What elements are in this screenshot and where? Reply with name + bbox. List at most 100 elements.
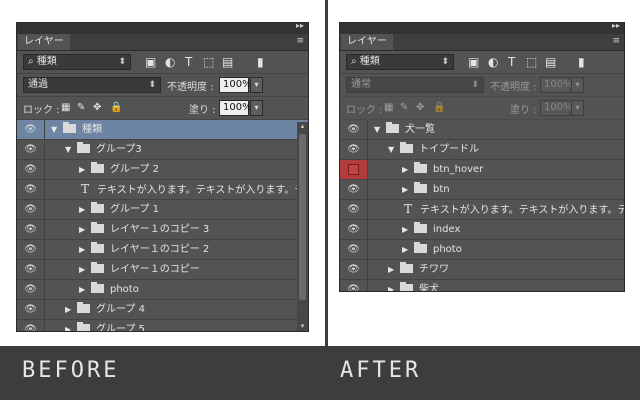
- pixel-filter-icon[interactable]: ▣: [468, 54, 479, 70]
- fill-dropdown-button[interactable]: ▾: [571, 100, 584, 116]
- collapse-icon[interactable]: ▸▸: [612, 23, 620, 30]
- expand-right-icon[interactable]: ▶: [79, 200, 89, 219]
- layer-row[interactable]: 👁 ▼ 種類: [17, 120, 308, 140]
- eye-icon[interactable]: 👁: [17, 120, 45, 139]
- fill-input[interactable]: 100%: [219, 100, 252, 116]
- expand-down-icon[interactable]: ▼: [51, 120, 61, 139]
- lock-image-icon[interactable]: ✎: [77, 100, 85, 116]
- panel-menu-icon[interactable]: ≡: [296, 36, 304, 46]
- opacity-input[interactable]: 100%: [540, 77, 573, 93]
- filter-kind-select[interactable]: ⌕ 種類 ⬍: [346, 54, 454, 70]
- expand-right-icon[interactable]: ▶: [402, 240, 412, 259]
- scroll-up-icon[interactable]: ▴: [297, 122, 308, 131]
- expand-right-icon[interactable]: ▶: [79, 220, 89, 239]
- opacity-input[interactable]: 100%: [219, 77, 252, 93]
- expand-right-icon[interactable]: ▶: [79, 280, 89, 299]
- filter-kind-select[interactable]: ⌕ 種類 ⬍: [23, 54, 131, 70]
- expand-down-icon[interactable]: ▼: [374, 120, 384, 139]
- shape-filter-icon[interactable]: ⬚: [526, 54, 537, 70]
- adjustment-filter-icon[interactable]: ◐: [488, 54, 498, 70]
- eye-icon[interactable]: 👁: [17, 200, 45, 219]
- eye-icon[interactable]: 👁: [17, 140, 45, 159]
- blend-mode-select[interactable]: 通過 ⬍: [23, 77, 161, 93]
- visibility-off-icon[interactable]: [340, 160, 368, 179]
- lock-transparent-icon[interactable]: ▦: [61, 100, 70, 116]
- expand-right-icon[interactable]: ▶: [388, 280, 398, 291]
- layer-row[interactable]: 👁 ▼ トイプードル: [340, 140, 624, 160]
- expand-right-icon[interactable]: ▶: [402, 220, 412, 239]
- layer-row[interactable]: 👁 ▶ btn: [340, 180, 624, 200]
- pixel-filter-icon[interactable]: ▣: [145, 54, 156, 70]
- layer-row[interactable]: 👁 ▶ photo: [340, 240, 624, 260]
- layer-row[interactable]: 👁 ▶ グループ 5: [17, 320, 308, 331]
- layer-row[interactable]: 👁 ▶ レイヤー１のコピー 2: [17, 240, 308, 260]
- fill-dropdown-button[interactable]: ▾: [250, 100, 263, 116]
- eye-icon[interactable]: 👁: [340, 120, 368, 139]
- expand-right-icon[interactable]: ▶: [65, 320, 75, 331]
- filter-toggle-icon[interactable]: ▮: [257, 54, 264, 70]
- expand-right-icon[interactable]: ▶: [402, 180, 412, 199]
- eye-icon[interactable]: 👁: [340, 220, 368, 239]
- layer-row[interactable]: 👁 ▶ グループ 2: [17, 160, 308, 180]
- layer-row[interactable]: 👁 ▶ レイヤー１のコピー: [17, 260, 308, 280]
- eye-icon[interactable]: 👁: [340, 180, 368, 199]
- layer-row[interactable]: 👁 ▶ index: [340, 220, 624, 240]
- tab-layers[interactable]: レイヤー: [341, 34, 393, 50]
- eye-icon[interactable]: 👁: [17, 220, 45, 239]
- lock-image-icon[interactable]: ✎: [400, 100, 408, 116]
- adjustment-filter-icon[interactable]: ◐: [165, 54, 175, 70]
- smart-object-filter-icon[interactable]: ▤: [545, 54, 556, 70]
- opacity-dropdown-button[interactable]: ▾: [571, 77, 584, 93]
- layer-row[interactable]: 👁 T テキストが入ります。テキストが入ります。テ...: [17, 180, 308, 200]
- eye-icon[interactable]: 👁: [17, 320, 45, 331]
- eye-icon[interactable]: 👁: [17, 260, 45, 279]
- layer-row[interactable]: 👁 ▶ グループ 4: [17, 300, 308, 320]
- eye-icon[interactable]: 👁: [340, 240, 368, 259]
- eye-icon[interactable]: 👁: [17, 180, 45, 199]
- expand-right-icon[interactable]: ▶: [65, 300, 75, 319]
- scroll-down-icon[interactable]: ▾: [297, 322, 308, 331]
- type-filter-icon[interactable]: T: [185, 54, 192, 70]
- type-filter-icon[interactable]: T: [508, 54, 515, 70]
- lock-position-icon[interactable]: ✥: [416, 100, 424, 116]
- eye-icon[interactable]: 👁: [340, 280, 368, 291]
- layer-row[interactable]: 👁 ▼ グループ3: [17, 140, 308, 160]
- eye-icon[interactable]: 👁: [17, 300, 45, 319]
- lock-all-icon[interactable]: 🔒: [110, 100, 122, 116]
- eye-icon[interactable]: 👁: [17, 240, 45, 259]
- smart-object-filter-icon[interactable]: ▤: [222, 54, 233, 70]
- opacity-dropdown-button[interactable]: ▾: [250, 77, 263, 93]
- scrollbar-thumb[interactable]: [299, 134, 306, 300]
- layer-row[interactable]: ▶ btn_hover: [340, 160, 624, 180]
- eye-icon[interactable]: 👁: [17, 280, 45, 299]
- expand-down-icon[interactable]: ▼: [388, 140, 398, 159]
- tab-layers[interactable]: レイヤー: [18, 34, 70, 50]
- fill-input[interactable]: 100%: [540, 100, 573, 116]
- lock-transparent-icon[interactable]: ▦: [384, 100, 393, 116]
- layer-row[interactable]: 👁 ▶ 柴犬: [340, 280, 624, 291]
- layer-row[interactable]: 👁 ▼ 犬一覧: [340, 120, 624, 140]
- eye-icon[interactable]: 👁: [17, 160, 45, 179]
- eye-icon[interactable]: 👁: [340, 260, 368, 279]
- layer-row[interactable]: 👁 T テキストが入ります。テキストが入ります。テ...: [340, 200, 624, 220]
- filter-toggle-icon[interactable]: ▮: [578, 54, 585, 70]
- collapse-icon[interactable]: ▸▸: [296, 23, 304, 30]
- expand-right-icon[interactable]: ▶: [79, 260, 89, 279]
- panel-menu-icon[interactable]: ≡: [612, 36, 620, 46]
- expand-right-icon[interactable]: ▶: [402, 160, 412, 179]
- expand-right-icon[interactable]: ▶: [388, 260, 398, 279]
- expand-right-icon[interactable]: ▶: [79, 240, 89, 259]
- layer-list-scrollbar[interactable]: ▴ ▾: [297, 122, 308, 331]
- expand-down-icon[interactable]: ▼: [65, 140, 75, 159]
- blend-mode-select[interactable]: 通常 ⬍: [346, 77, 484, 93]
- layer-row[interactable]: 👁 ▶ グループ 1: [17, 200, 308, 220]
- layer-row[interactable]: 👁 ▶ レイヤー１のコピー 3: [17, 220, 308, 240]
- shape-filter-icon[interactable]: ⬚: [203, 54, 214, 70]
- eye-icon[interactable]: 👁: [340, 140, 368, 159]
- layer-row[interactable]: 👁 ▶ photo: [17, 280, 308, 300]
- lock-all-icon[interactable]: 🔒: [433, 100, 445, 116]
- layer-row[interactable]: 👁 ▶ チワワ: [340, 260, 624, 280]
- eye-icon[interactable]: 👁: [340, 200, 368, 219]
- expand-right-icon[interactable]: ▶: [79, 160, 89, 179]
- lock-position-icon[interactable]: ✥: [93, 100, 101, 116]
